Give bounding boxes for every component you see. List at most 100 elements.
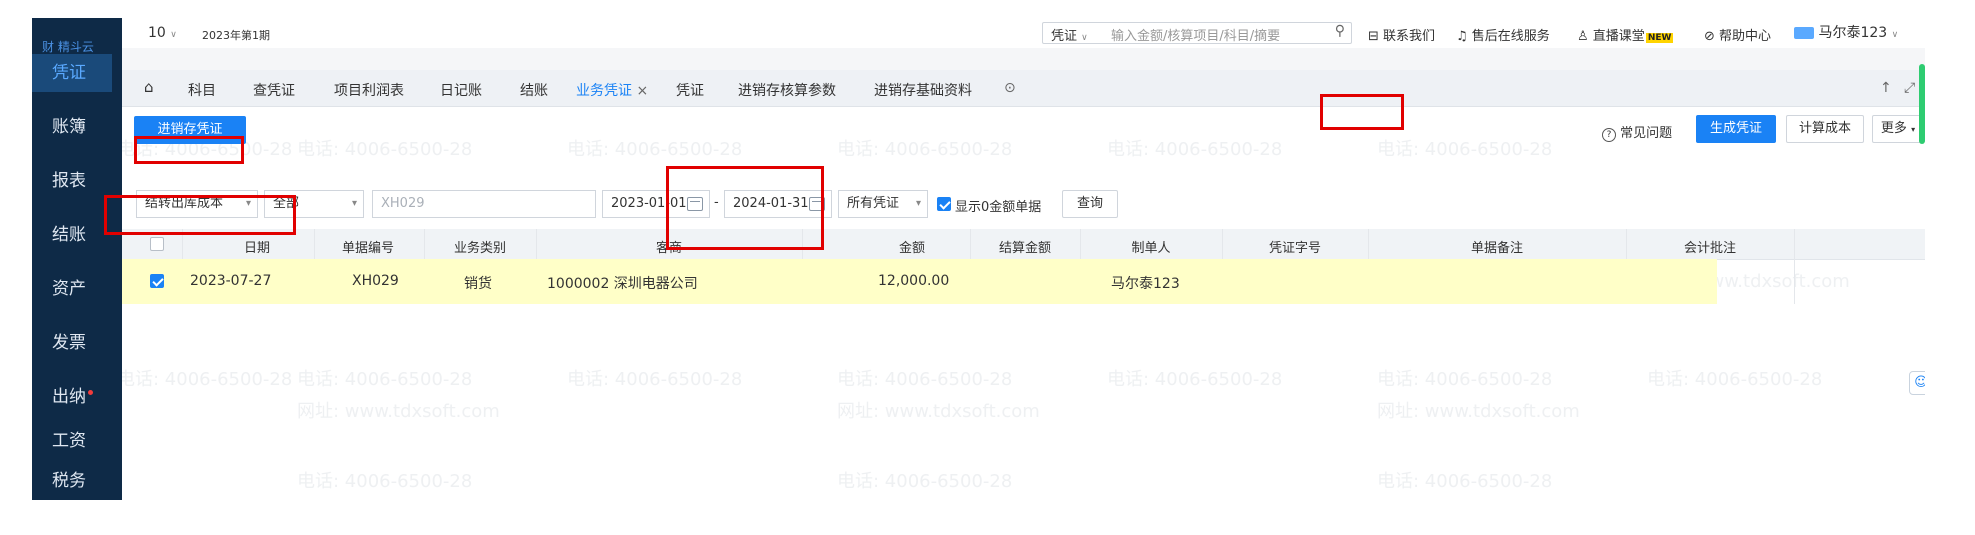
home-icon[interactable]: ⌂ <box>144 78 154 96</box>
message-icon: ⊟ <box>1368 29 1379 44</box>
tab-view-voucher[interactable]: 查凭证 <box>253 80 295 100</box>
col-note: 会计批注 <box>1683 241 1737 256</box>
search-input[interactable]: 输入金额/核算项目/科目/摘要 <box>1111 25 1280 44</box>
sidebar-item-ledger[interactable]: 账簿 <box>32 108 112 146</box>
calc-cost-button[interactable]: 计算成本 <box>1786 115 1864 143</box>
content-area: 电话: 4006-6500-28 电话: 4006-6500-28 电话: 40… <box>122 107 1925 500</box>
watermark: 电话: 4006-6500-28 <box>1377 471 1553 492</box>
compass-icon: ⊘ <box>1704 29 1715 44</box>
notification-dot <box>88 390 93 395</box>
tab-more-icon[interactable]: ⊙ <box>1004 80 1016 96</box>
tab-journal[interactable]: 日记账 <box>440 80 482 100</box>
watermark: 电话: 4006-6500-28 <box>122 369 293 390</box>
global-search: 凭证 ∨ 输入金额/核算项目/科目/摘要 ⚲ <box>1042 22 1352 44</box>
tab-business-voucher[interactable]: 业务凭证 × <box>576 80 649 110</box>
question-icon: ? <box>1602 128 1616 142</box>
generate-voucher-button[interactable]: 生成凭证 <box>1696 115 1776 143</box>
search-type-select[interactable]: 凭证 ∨ <box>1051 25 1088 44</box>
cell-partner: 1000002 深圳电器公司 <box>547 276 698 292</box>
row-checkbox[interactable] <box>150 274 164 288</box>
col-amount: 金额 <box>898 241 926 256</box>
service-link[interactable]: ♫ 售后在线服务 <box>1456 25 1550 44</box>
avatar-icon <box>1794 27 1814 39</box>
period-selector[interactable]: 10 ∨ <box>148 25 177 41</box>
cell-biz-type: 销货 <box>464 276 492 292</box>
fullscreen-icon[interactable]: ⤢ <box>1904 80 1915 96</box>
chevron-down-icon: ∨ <box>170 30 177 40</box>
watermark: 电话: 4006-6500-28 <box>1377 369 1553 390</box>
contact-link[interactable]: ⊟ 联系我们 <box>1368 25 1435 44</box>
watermark: 电话: 4006-6500-28 <box>1647 369 1823 390</box>
tab-inventory-params[interactable]: 进销存核算参数 <box>738 80 836 100</box>
assistant-icon[interactable]: ☺ <box>1909 371 1925 395</box>
sidebar-item-voucher[interactable]: 凭证 <box>32 54 112 92</box>
select-all-checkbox[interactable] <box>150 237 164 251</box>
more-button[interactable]: 更多 ▾ <box>1872 115 1924 143</box>
watermark: 电话: 4006-6500-28 <box>1377 139 1553 160</box>
watermark: 电话: 4006-6500-28 <box>297 471 473 492</box>
col-doc-no: 单据编号 <box>341 241 395 256</box>
watermark: 电话: 4006-6500-28 <box>1107 139 1283 160</box>
live-link[interactable]: ♙ 直播课堂 NEW <box>1577 25 1674 44</box>
show-zero-checkbox[interactable] <box>937 197 951 211</box>
inventory-voucher-button[interactable]: 进销存凭证 <box>134 116 246 144</box>
table-header: 日期 单据编号 业务类别 客商 金额 结算金额 制单人 凭证字号 单据备注 会计… <box>122 229 1925 260</box>
scope-select[interactable]: 全部 ▾ <box>264 190 364 218</box>
query-button[interactable]: 查询 <box>1062 190 1118 218</box>
person-icon: ♙ <box>1577 29 1589 44</box>
scroll-top-icon[interactable]: ↑ <box>1880 80 1892 96</box>
watermark: 电话: 4006-6500-28 <box>837 139 1013 160</box>
chevron-down-icon: ∨ <box>1891 30 1899 40</box>
calendar-icon <box>687 197 703 211</box>
sidebar-item-invoice[interactable]: 发票 <box>32 324 112 362</box>
sidebar-item-closing[interactable]: 结账 <box>32 216 112 254</box>
type-select[interactable]: 结转出库成本 ▾ <box>136 190 258 218</box>
headset-icon: ♫ <box>1456 29 1468 44</box>
sidebar: 财 精斗云 凭证 账簿 报表 结账 资产 发票 出纳 工资 税务 <box>32 18 122 500</box>
period-label: 2023年第1期 <box>202 29 270 42</box>
tab-closing[interactable]: 结账 <box>520 80 548 100</box>
tab-inventory-basics[interactable]: 进销存基础资料 <box>874 80 972 100</box>
watermark: 电话: 4006-6500-28 <box>837 471 1013 492</box>
tab-project-profit[interactable]: 项目利润表 <box>334 80 404 100</box>
doc-no-input[interactable]: XH029 <box>372 190 596 218</box>
sidebar-item-salary[interactable]: 工资 <box>32 422 112 460</box>
watermark: 电话: 4006-6500-28 <box>567 369 743 390</box>
faq-link[interactable]: ? 常见问题 <box>1602 122 1672 142</box>
col-date: 日期 <box>243 241 271 256</box>
col-creator: 制单人 <box>1131 241 1171 256</box>
watermark: 电话: 4006-6500-28 <box>297 139 473 160</box>
new-badge: NEW <box>1645 33 1674 43</box>
show-zero-label: 显示0金额单据 <box>955 200 1042 215</box>
cell-doc-no[interactable]: XH029 <box>352 273 399 289</box>
watermark: 电话: 4006-6500-28 <box>297 369 473 390</box>
cell-date: 2023-07-27 <box>190 273 272 289</box>
sidebar-item-assets[interactable]: 资产 <box>32 270 112 308</box>
app-window: 财 精斗云 凭证 账簿 报表 结账 资产 发票 出纳 工资 税务 10 ∨ 20… <box>32 18 1925 500</box>
caret-down-icon: ▾ <box>1911 125 1916 134</box>
column-divider <box>1794 229 1795 304</box>
col-settled: 结算金额 <box>998 241 1052 256</box>
cell-creator: 马尔泰123 <box>1111 276 1180 292</box>
close-icon[interactable]: × <box>636 83 648 99</box>
col-partner: 客商 <box>655 241 683 256</box>
help-link[interactable]: ⊘ 帮助中心 <box>1704 25 1771 44</box>
watermark: 电话: 4006-6500-28 <box>837 369 1013 390</box>
user-menu[interactable]: 马尔泰123 ∨ <box>1794 22 1898 42</box>
table-row[interactable]: 2023-07-27 XH029 销货 1000002 深圳电器公司 12,00… <box>122 259 1717 304</box>
sidebar-item-tax[interactable]: 税务 <box>32 462 112 500</box>
voucher-status-select[interactable]: 所有凭证 ▾ <box>838 190 928 218</box>
tab-accounts[interactable]: 科目 <box>188 80 216 100</box>
watermark: 电话: 4006-6500-28 <box>1107 369 1283 390</box>
caret-down-icon: ▾ <box>915 198 921 209</box>
sidebar-item-cashier[interactable]: 出纳 <box>32 378 112 416</box>
tab-voucher[interactable]: 凭证 <box>676 80 704 100</box>
date-to-input[interactable]: 2024-01-31 <box>724 190 832 218</box>
calendar-icon <box>809 197 825 211</box>
sidebar-item-report[interactable]: 报表 <box>32 162 112 200</box>
date-from-input[interactable]: 2023-01-01 <box>602 190 710 218</box>
watermark: 网址: www.tdxsoft.com <box>1377 401 1580 422</box>
col-remark: 单据备注 <box>1470 241 1524 256</box>
search-icon[interactable]: ⚲ <box>1335 23 1345 39</box>
main-area: 10 ∨ 2023年第1期 凭证 ∨ 输入金额/核算项目/科目/摘要 ⚲ ⊟ 联… <box>122 18 1925 500</box>
